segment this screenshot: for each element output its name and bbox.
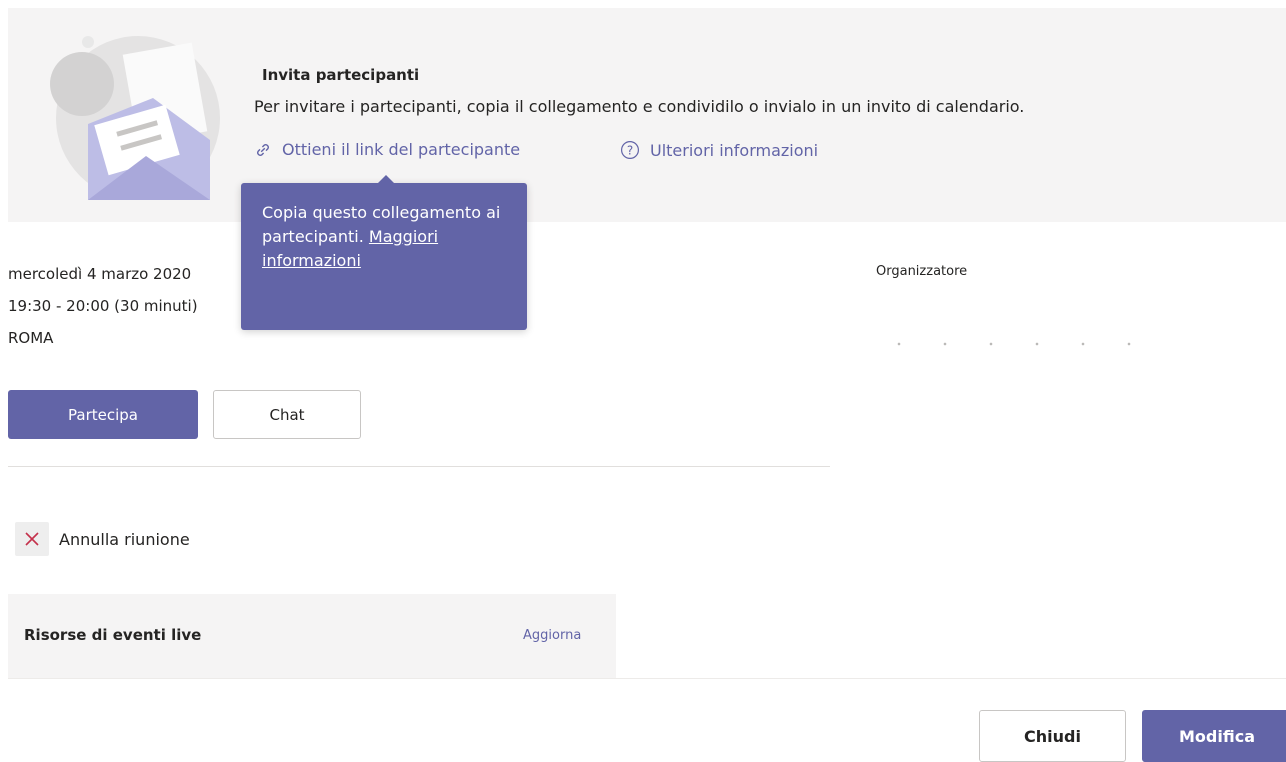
organizer-label: Organizzatore (876, 264, 968, 279)
participant-link-label: Ottieni il link del partecipante (282, 140, 521, 159)
update-link[interactable]: Aggiorna (523, 628, 581, 643)
organizer-name-redacted (876, 340, 1166, 348)
live-event-title: Risorse di eventi live (24, 626, 202, 644)
meeting-time: 19:30 - 20:00 (30 minuti) (8, 297, 198, 315)
invite-title: Invita partecipanti (262, 66, 420, 84)
envelope-invite-illustration (38, 28, 228, 218)
cancel-meeting-button[interactable]: Annulla riunione (15, 522, 190, 556)
footer-divider (8, 678, 1286, 679)
meeting-date: mercoledì 4 marzo 2020 (8, 265, 192, 283)
more-info-label: Ulteriori informazioni (650, 140, 819, 160)
meeting-location: ROMA (8, 329, 54, 347)
close-x-icon (15, 522, 49, 556)
join-button[interactable]: Partecipa (8, 390, 198, 439)
participant-link-tooltip: Copia questo collegamento ai partecipant… (241, 175, 527, 330)
close-button[interactable]: Chiudi (979, 710, 1126, 762)
invite-description: Per invitare i partecipanti, copia il co… (254, 97, 1025, 116)
more-info-link[interactable]: ? Ulteriori informazioni (620, 140, 818, 160)
link-icon (254, 141, 272, 159)
tooltip-body: Copia questo collegamento ai partecipant… (262, 201, 502, 273)
svg-text:?: ? (627, 143, 633, 157)
help-circle-icon: ? (620, 140, 640, 160)
participant-link[interactable]: Ottieni il link del partecipante (254, 140, 520, 159)
cancel-meeting-label: Annulla riunione (59, 529, 190, 549)
live-event-resources-panel: Risorse di eventi live Aggiorna (8, 594, 616, 678)
chat-button[interactable]: Chat (213, 390, 361, 439)
edit-button[interactable]: Modifica (1142, 710, 1286, 762)
divider (8, 466, 830, 467)
